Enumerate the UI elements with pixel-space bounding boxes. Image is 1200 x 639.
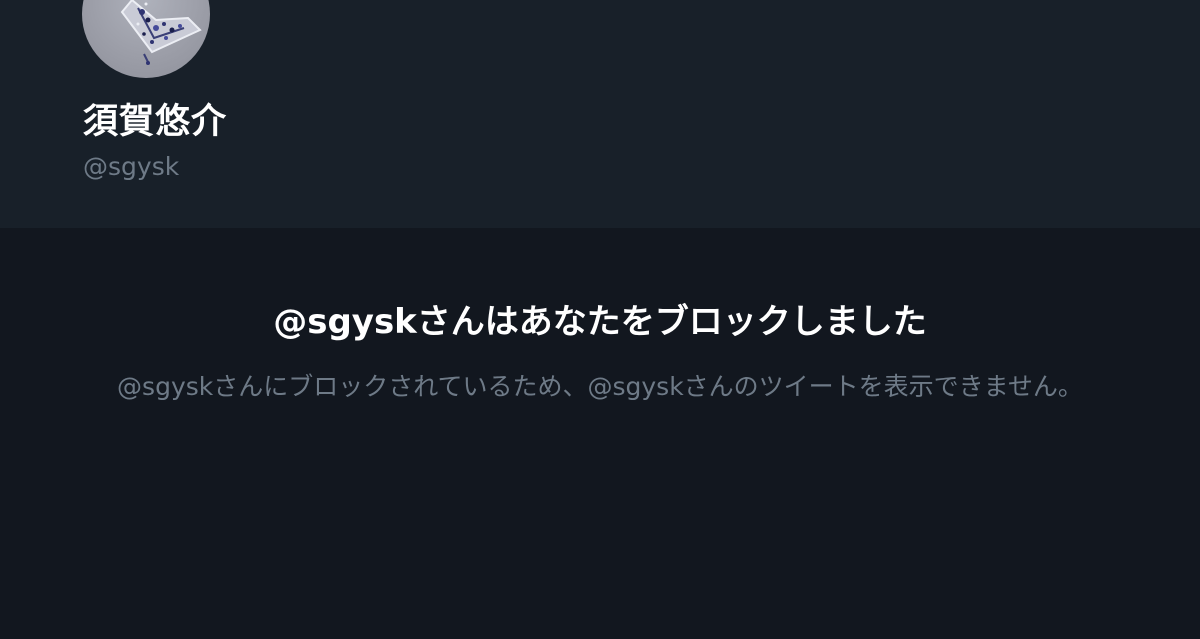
blocked-title: @sgyskさんはあなたをブロックしました bbox=[273, 302, 927, 342]
blocked-notice: @sgyskさんはあなたをブロックしました @sgyskさんにブロックされている… bbox=[0, 228, 1200, 639]
avatar[interactable] bbox=[82, 0, 210, 78]
avatar-artwork-icon bbox=[120, 0, 202, 65]
profile-handle: @sgysk bbox=[83, 152, 180, 181]
profile-display-name: 須賀悠介 bbox=[83, 102, 228, 142]
profile-header: 須賀悠介 @sgysk bbox=[0, 0, 1200, 228]
blocked-description: @sgyskさんにブロックされているため、@sgyskさんのツイートを表示できま… bbox=[117, 372, 1083, 401]
